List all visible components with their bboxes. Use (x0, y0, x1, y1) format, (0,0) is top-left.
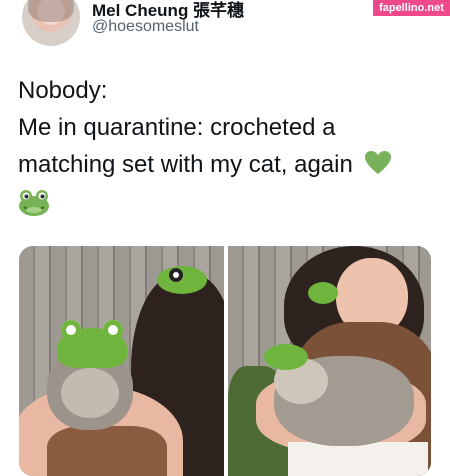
woman-top (47, 426, 167, 476)
tweet-line-3: matching set with my cat, again (18, 146, 438, 183)
avatar[interactable] (22, 0, 80, 46)
green-heart-icon (364, 150, 391, 174)
cat-hat-eye-left (61, 320, 81, 340)
tweet-photo-left[interactable] (19, 246, 224, 476)
author-handle[interactable]: @hoesomeslut (92, 18, 199, 36)
tweet-line-2: Me in quarantine: crocheted a (18, 114, 336, 141)
woman-skirt (288, 442, 428, 476)
hair-frog-clip (308, 282, 338, 304)
cat-frog-hat (264, 344, 308, 370)
tweet-photo-right[interactable] (228, 246, 431, 476)
tweet-text: Nobody: Me in quarantine: crocheted a ma… (18, 72, 438, 220)
tweet-header: Mel Cheung 張芊穗 @hoesomeslut fapellino.ne… (0, 0, 450, 55)
watermark-badge: fapellino.net (373, 0, 450, 16)
cat-hat-eye-right (103, 320, 123, 340)
cat-face (61, 368, 119, 418)
frog-face-icon (19, 189, 49, 216)
tweet-line-3-text: matching set with my cat, again (18, 151, 353, 178)
hair-clip-eye (169, 268, 183, 282)
tweet-line-1: Nobody: (18, 77, 108, 104)
hair-frog-clip (157, 266, 207, 294)
tweet-line-4 (18, 183, 438, 220)
